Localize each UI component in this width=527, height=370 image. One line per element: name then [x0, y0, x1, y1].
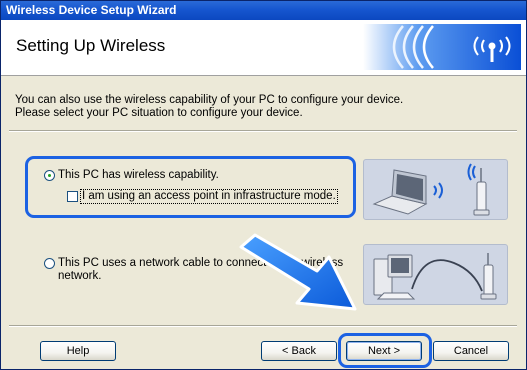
- wireless-illustration: [363, 159, 508, 220]
- divider-bottom: [9, 325, 517, 327]
- instructions: You can also use the wireless capability…: [15, 94, 403, 120]
- next-button[interactable]: Next >: [346, 341, 422, 361]
- window-title: Wireless Device Setup Wizard: [6, 3, 177, 17]
- access-point-icon: [480, 253, 497, 300]
- wizard-header: Setting Up Wireless: [1, 20, 526, 76]
- title-bar: Wireless Device Setup Wizard: [1, 1, 526, 20]
- checkbox-infrastructure[interactable]: [67, 191, 78, 202]
- instructions-line-2: Please select your PC situation to confi…: [15, 107, 303, 119]
- help-button[interactable]: Help: [40, 341, 116, 361]
- highlight-frame: [25, 156, 356, 218]
- cancel-button[interactable]: Cancel: [433, 341, 509, 361]
- divider-top: [9, 130, 517, 132]
- radio-cable[interactable]: [44, 258, 55, 269]
- pointer-arrow-icon: [239, 233, 357, 311]
- radio-selected-dot: [48, 174, 51, 177]
- page-title: Setting Up Wireless: [16, 36, 166, 55]
- cable-illustration: [363, 244, 508, 305]
- radio-wireless-label[interactable]: This PC has wireless capability.: [58, 169, 219, 182]
- instructions-line-1: You can also use the wireless capability…: [15, 94, 404, 106]
- access-point-icon: [467, 163, 490, 216]
- wireless-signal-icon: [363, 24, 521, 70]
- wizard-window: Wireless Device Setup Wizard Setting Up …: [0, 0, 527, 370]
- checkbox-infrastructure-label[interactable]: I am using an access point in infrastruc…: [80, 189, 338, 204]
- back-button[interactable]: < Back: [261, 341, 337, 361]
- radio-wireless[interactable]: [44, 170, 55, 181]
